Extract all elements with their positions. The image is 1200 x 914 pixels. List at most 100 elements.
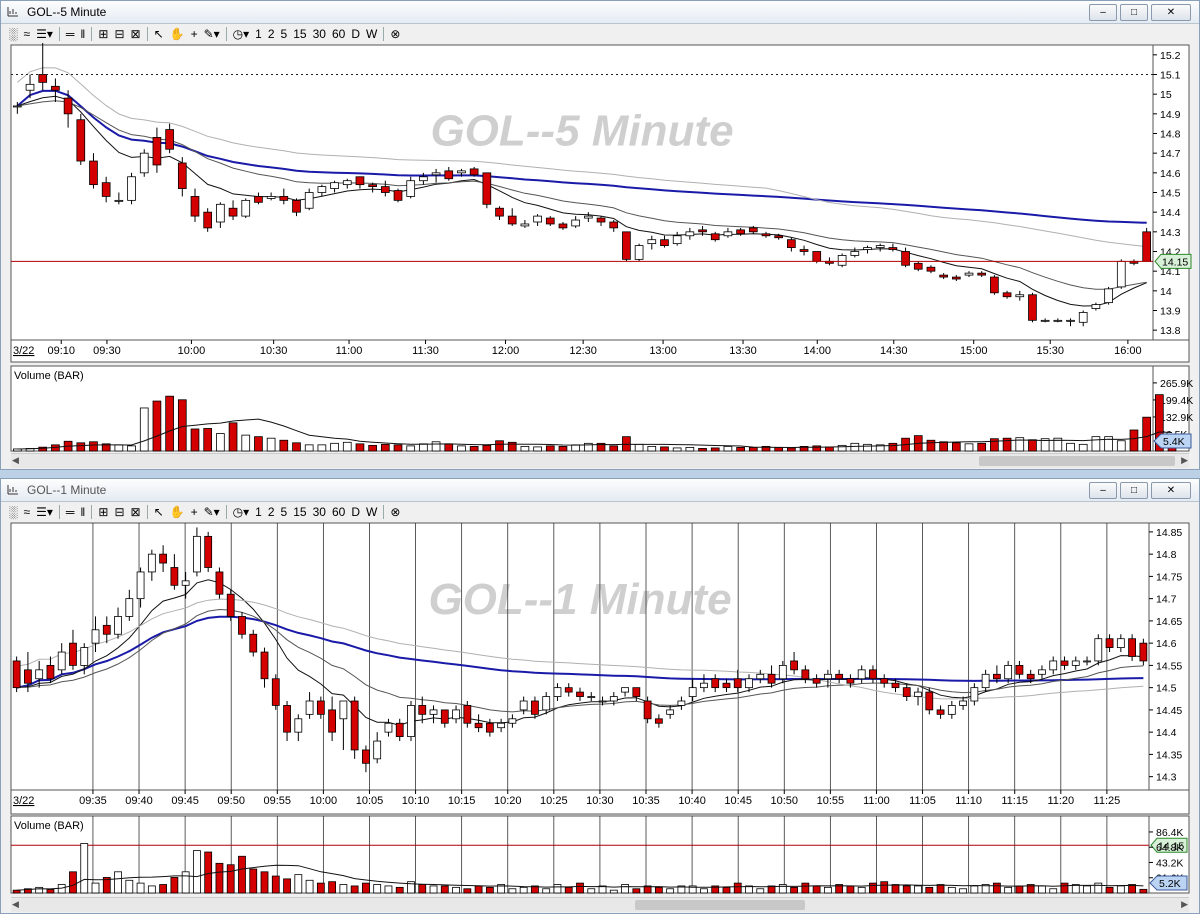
period-w[interactable]: W: [366, 505, 377, 519]
volume-bar: [647, 445, 657, 452]
period-30[interactable]: 30: [313, 505, 326, 519]
volume-bar: [564, 886, 573, 894]
chart-style-icon[interactable]: ☰▾: [36, 27, 53, 41]
time-tick-label: 09:30: [93, 345, 121, 357]
candle-body: [469, 168, 479, 176]
clock-icon[interactable]: ◷▾: [233, 27, 250, 41]
period-2[interactable]: 2: [268, 27, 275, 41]
candle-body: [913, 262, 923, 270]
pointer-icon[interactable]: ↖: [154, 505, 164, 519]
zoom-in-icon[interactable]: ⊞: [98, 505, 108, 519]
time-tick-label: 09:35: [79, 795, 107, 807]
volume-bar: [1116, 885, 1125, 894]
period-5[interactable]: 5: [281, 27, 288, 41]
candle-body: [666, 709, 675, 715]
candle-body: [362, 749, 370, 764]
pointer-icon[interactable]: ↖: [154, 27, 164, 41]
period-5[interactable]: 5: [281, 505, 288, 519]
price-volume-chart-5min[interactable]: GOL--5 Minute 09:10 09:30 10:00 10:30 11:00 11…: [1, 43, 1199, 453]
candle-body: [80, 647, 89, 666]
period-60[interactable]: 60: [332, 27, 345, 41]
price-tick-label: 13.8: [1160, 325, 1181, 337]
period-15[interactable]: 15: [293, 27, 306, 41]
pencil-icon[interactable]: ✎▾: [204, 505, 220, 519]
volume-tick-label: 86.4K: [1156, 827, 1183, 839]
candle-body: [1094, 638, 1103, 662]
volume-bar: [482, 444, 492, 452]
candle-body: [12, 660, 21, 689]
candle-body: [1015, 294, 1025, 298]
candle-body: [165, 129, 174, 150]
vline-icon[interactable]: ‖: [80, 505, 85, 519]
candle-body: [508, 718, 517, 724]
chart-watermark: GOL--5 Minute: [430, 106, 733, 155]
volume-bar: [947, 886, 956, 894]
bar-chart-icon[interactable]: ░: [9, 27, 18, 41]
zoom-out-icon[interactable]: ⊠: [131, 505, 141, 519]
candle-body: [736, 229, 745, 235]
candle-body: [260, 651, 269, 680]
scroll-thumb[interactable]: [635, 900, 805, 910]
zoom-out-icon[interactable]: ⊠: [131, 27, 141, 41]
period-60[interactable]: 60: [332, 505, 345, 519]
volume-bar: [89, 441, 98, 452]
candle-body: [787, 239, 796, 248]
volume-bar: [1066, 442, 1075, 452]
pan-hand-icon[interactable]: ✋: [170, 505, 185, 519]
volume-bar: [316, 882, 325, 894]
crosshair-icon[interactable]: +: [191, 27, 198, 41]
period-2[interactable]: 2: [268, 505, 275, 519]
price-volume-chart-1min[interactable]: GOL--1 Minute 09:35 09:40 09:45 09:50 09:55 10…: [1, 521, 1199, 897]
chart-style-icon[interactable]: ☰▾: [36, 505, 53, 519]
minimize-button[interactable]: –: [1089, 482, 1117, 499]
date-label: 3/22: [13, 345, 34, 357]
close-button[interactable]: ✕: [1151, 4, 1191, 21]
close-button[interactable]: ✕: [1151, 482, 1191, 499]
time-tick-label: 09:45: [171, 795, 199, 807]
restore-button[interactable]: □: [1120, 482, 1148, 499]
scroll-thumb[interactable]: [979, 456, 1175, 466]
period-30[interactable]: 30: [313, 27, 326, 41]
title-bar[interactable]: GOL--5 Minute – □ ✕: [1, 1, 1199, 24]
candle-body: [748, 227, 758, 233]
candle-body: [812, 678, 821, 684]
horizontal-scrollbar[interactable]: ◀ ▶: [11, 897, 1189, 912]
line-chart-icon[interactable]: ≈: [24, 27, 31, 41]
hline-icon[interactable]: ═: [66, 505, 75, 519]
zoom-fit-icon[interactable]: ⊟: [114, 505, 124, 519]
volume-bar: [419, 443, 428, 452]
hline-icon[interactable]: ═: [66, 27, 75, 41]
horizontal-scrollbar[interactable]: ◀ ▶: [11, 453, 1189, 468]
line-chart-icon[interactable]: ≈: [24, 505, 31, 519]
candle-body: [46, 664, 55, 680]
volume-bar: [203, 428, 213, 452]
restore-button[interactable]: □: [1120, 4, 1148, 21]
bar-chart-icon[interactable]: ░: [9, 505, 18, 519]
period-w[interactable]: W: [366, 27, 377, 41]
clock-icon[interactable]: ◷▾: [233, 505, 250, 519]
cancel-icon[interactable]: ⊗: [390, 505, 400, 519]
volume-bar: [654, 886, 663, 894]
crosshair-icon[interactable]: +: [191, 505, 198, 519]
pan-hand-icon[interactable]: ✋: [170, 27, 185, 41]
period-1[interactable]: 1: [255, 27, 262, 41]
candle-body: [228, 207, 238, 217]
period-d[interactable]: D: [351, 27, 360, 41]
cancel-icon[interactable]: ⊗: [390, 27, 400, 41]
zoom-in-icon[interactable]: ⊞: [98, 27, 108, 41]
volume-bar: [1094, 882, 1103, 894]
vline-icon[interactable]: ‖: [80, 27, 85, 41]
candle-body: [91, 629, 100, 644]
candle-body: [418, 705, 427, 715]
candle-body: [474, 722, 483, 729]
minimize-button[interactable]: –: [1089, 4, 1117, 21]
zoom-fit-icon[interactable]: ⊟: [114, 27, 124, 41]
candle-body: [1066, 319, 1075, 322]
period-1[interactable]: 1: [255, 505, 262, 519]
title-bar[interactable]: GOL--1 Minute – □ ✕: [1, 479, 1199, 502]
period-15[interactable]: 15: [293, 505, 306, 519]
period-d[interactable]: D: [351, 505, 360, 519]
candle-body: [959, 700, 967, 706]
time-tick-label: 16:00: [1114, 345, 1142, 357]
pencil-icon[interactable]: ✎▾: [204, 27, 220, 41]
